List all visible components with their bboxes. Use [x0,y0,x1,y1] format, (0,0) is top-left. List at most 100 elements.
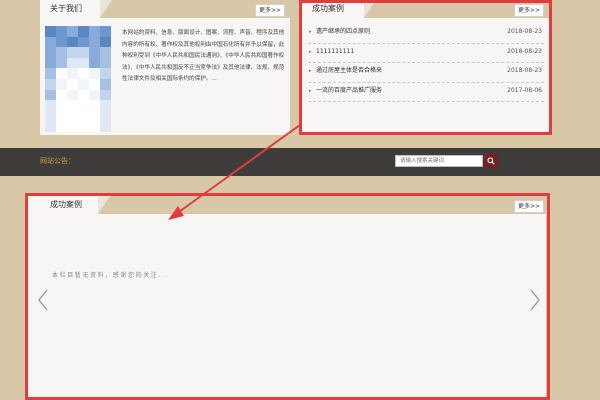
mosaic-block [45,121,56,133]
mosaic-block [67,26,78,37]
list-item[interactable]: ▸ 遗产继承的四点原则 2018-08-23 [308,24,544,44]
cases-top-panel: 成功案例 更多>> ▸ 遗产继承的四点原则 2018-08-23 ▸ 11111… [302,0,550,135]
mosaic-block [56,68,67,80]
case-title[interactable]: 1111111111 [316,48,354,55]
mosaic-block [78,110,89,122]
about-text: 本网站的资料、信息、版面设计、图案、流程、声音、程序及其他内容的所有权、著作权及… [122,30,285,82]
mosaic-block [89,110,100,122]
mosaic-block [89,47,100,59]
mosaic-block [56,57,67,69]
cases-bottom-panel: 成功案例 更多>> 本栏目暂无资料，感谢您的关注... [28,196,546,400]
mosaic-block [67,57,78,69]
notice-label: 网站公告： [40,157,75,165]
mosaic-block [78,57,89,69]
mosaic-block [100,121,111,133]
page: 关于我们 更多>> 本网站的资料、信息、版面设计、图案、流程、声音、程序及其他内… [0,0,600,400]
search-input[interactable] [395,155,483,167]
mosaic-block [78,121,89,133]
cases-top-list: ▸ 遗产继承的四点原则 2018-08-23 ▸ 1111111111 2018… [308,24,544,102]
case-title[interactable]: 通过房屋主体是否合格来 [316,67,382,74]
mosaic-block [45,26,56,37]
mosaic-block [100,36,111,48]
mosaic-block [56,121,67,133]
mosaic-block [56,36,67,48]
mosaic-block [100,57,111,69]
bullet-icon: ▸ [309,48,312,55]
mosaic-block [45,89,56,101]
mosaic-block [78,47,89,59]
mosaic-block [67,89,78,101]
bullet-icon: ▸ [309,87,312,94]
mosaic-block [89,121,100,133]
case-date: 2018-08-23 [507,47,542,55]
mosaic-block [56,110,67,122]
about-title: 关于我们 [40,0,112,18]
mosaic-block [100,89,111,101]
bullet-icon: ▸ [309,68,312,74]
next-arrow-button[interactable] [528,288,542,312]
mosaic-block [45,36,56,48]
mosaic-block [56,26,67,37]
mosaic-block [67,36,78,48]
mosaic-block [56,47,67,59]
mosaic-block [100,110,111,122]
case-date: 2018-08-23 [507,28,542,35]
mosaic-block [78,26,89,37]
mosaic-block [89,100,100,112]
mosaic-block [100,100,111,112]
list-item[interactable]: ▸ 1111111111 2018-08-23 [308,44,544,63]
cases-bottom-header-bar [98,196,546,214]
bullet-icon: ▸ [309,29,312,35]
mosaic-block [89,79,100,90]
mosaic-block [89,68,100,80]
mosaic-block [45,110,56,122]
mosaic-block [45,57,56,69]
cases-top-title: 成功案例 [302,0,376,18]
mosaic-block [45,79,56,90]
mosaic-block [89,26,100,37]
mosaic-block [89,57,100,69]
mosaic-block [100,68,111,80]
about-image [45,26,111,133]
about-panel: 关于我们 更多>> 本网站的资料、信息、版面设计、图案、流程、声音、程序及其他内… [40,0,290,135]
mosaic-block [67,79,78,90]
mosaic-block [56,100,67,112]
mosaic-block [100,79,111,90]
mosaic-block [67,100,78,112]
mosaic-block [67,47,78,59]
search-button[interactable] [484,154,498,168]
mosaic-block [67,110,78,122]
mosaic-block [78,100,89,112]
mosaic-block [100,26,111,37]
mosaic-block [67,121,78,133]
prev-arrow-button[interactable] [36,288,50,312]
mosaic-block [45,47,56,59]
mosaic-block [56,79,67,90]
mosaic-block [78,36,89,48]
cases-bottom-title: 成功案例 [40,196,110,214]
mosaic-block [67,68,78,80]
search-icon [487,157,495,165]
mosaic-block [56,89,67,101]
chevron-right-icon [530,289,540,311]
mosaic-block [89,36,100,48]
mosaic-block [78,89,89,101]
cases-top-more-button[interactable]: 更多>> [513,4,544,17]
case-title[interactable]: 遗产继承的四点原则 [316,28,370,35]
about-more-button[interactable]: 更多>> [254,4,285,17]
mosaic-block [78,68,89,80]
case-date: 2018-08-23 [507,67,542,74]
cases-bottom-more-button[interactable]: 更多>> [513,200,544,213]
list-item[interactable]: ▸ 一流的百度产品推广服务 2017-08-06 [308,83,544,102]
notice-bar: 网站公告： [0,148,600,176]
case-title[interactable]: 一流的百度产品推广服务 [316,87,382,94]
list-item[interactable]: ▸ 通过房屋主体是否合格来 2018-08-23 [308,63,544,83]
chevron-left-icon [38,289,48,311]
mosaic-block [45,68,56,80]
mosaic-block [89,89,100,101]
mosaic-block [45,100,56,112]
mosaic-block [78,79,89,90]
case-date: 2017-08-06 [507,86,542,94]
mosaic-block [100,47,111,59]
empty-message: 本栏目暂无资料，感谢您的关注... [52,272,169,279]
